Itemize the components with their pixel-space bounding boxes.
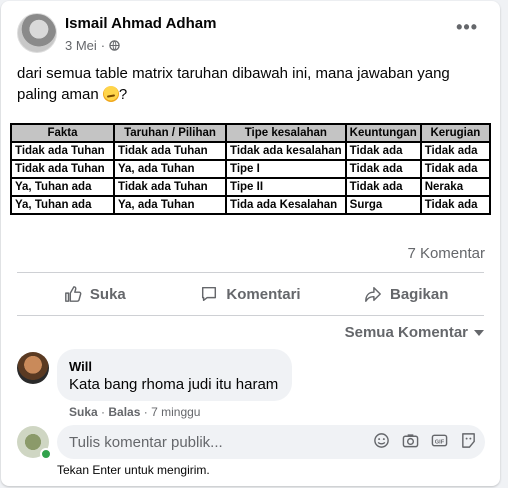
matrix-header: Fakta bbox=[10, 123, 115, 143]
camera-icon[interactable] bbox=[402, 432, 419, 449]
action-bar: Suka Komentari Bagikan bbox=[17, 279, 484, 309]
composer-icons: GIF bbox=[373, 432, 477, 449]
divider bbox=[17, 315, 484, 316]
post-text: dari semua table matrix taruhan dibawah … bbox=[17, 63, 477, 105]
table-cell: Ya, ada Tuhan bbox=[113, 159, 227, 179]
dot-separator: · bbox=[101, 405, 106, 419]
like-button[interactable]: Suka bbox=[17, 279, 173, 309]
gif-icon[interactable]: GIF bbox=[431, 432, 448, 449]
table-cell: Tidak ada Tuhan bbox=[10, 159, 115, 179]
matrix-header: Tipe kesalahan bbox=[225, 123, 347, 143]
table-cell: Tidak ada bbox=[344, 177, 422, 197]
post-card: Ismail Ahmad Adham 3 Mei · ••• dari semu… bbox=[1, 1, 500, 486]
matrix-image[interactable]: Fakta Taruhan / Pilihan Tipe kesalahan K… bbox=[10, 123, 492, 217]
table-cell: Neraka bbox=[419, 177, 492, 197]
more-horizontal-icon[interactable]: ••• bbox=[456, 17, 478, 38]
post-body: dari semua table matrix taruhan dibawah … bbox=[17, 65, 450, 103]
table-cell: Tidak ada bbox=[419, 141, 492, 161]
post-text-suffix: ? bbox=[118, 86, 128, 103]
comment-text: Kata bang rhoma judi itu haram bbox=[69, 376, 279, 393]
comment-bubble: Will Kata bang rhoma judi itu haram bbox=[57, 349, 292, 401]
caret-down-icon bbox=[474, 329, 484, 336]
post-date[interactable]: 3 Mei bbox=[65, 38, 97, 53]
comment-like-link[interactable]: Suka bbox=[69, 405, 98, 419]
matrix-table: Fakta Taruhan / Pilihan Tipe kesalahan K… bbox=[10, 123, 492, 215]
comment-time[interactable]: 7 minggu bbox=[151, 405, 200, 419]
table-row: Tidak ada Tuhan Ya, ada Tuhan Tipe I Tid… bbox=[10, 159, 492, 179]
comment-reply-link[interactable]: Balas bbox=[108, 405, 140, 419]
comment-sort-dropdown[interactable]: Semua Komentar bbox=[345, 324, 484, 341]
share-button[interactable]: Bagikan bbox=[328, 279, 484, 309]
share-label: Bagikan bbox=[390, 285, 449, 303]
table-cell: Tidak ada bbox=[419, 195, 492, 215]
commenter-name[interactable]: Will bbox=[69, 359, 92, 374]
emoji-icon[interactable] bbox=[373, 432, 390, 449]
comment-label: Komentari bbox=[226, 285, 301, 303]
table-cell: Ya, ada Tuhan bbox=[113, 195, 227, 215]
author-name[interactable]: Ismail Ahmad Adham bbox=[65, 15, 216, 32]
divider bbox=[17, 272, 484, 273]
sort-label: Semua Komentar bbox=[344, 324, 468, 341]
thinking-face-emoji bbox=[102, 86, 119, 102]
composer-hint: Tekan Enter untuk mengirim. bbox=[57, 463, 210, 477]
table-cell: Tipe I bbox=[225, 159, 347, 179]
table-cell: Tidak ada bbox=[344, 159, 422, 179]
meta-separator: · bbox=[100, 38, 106, 53]
matrix-header-row: Fakta Taruhan / Pilihan Tipe kesalahan K… bbox=[10, 123, 492, 143]
like-label: Suka bbox=[89, 285, 126, 303]
table-cell: Tida ada Kesalahan bbox=[225, 195, 347, 215]
table-row: Ya, Tuhan ada Tidak ada Tuhan Tipe II Ti… bbox=[10, 177, 492, 197]
sticker-icon[interactable] bbox=[460, 432, 477, 449]
online-status-dot bbox=[40, 448, 52, 460]
table-row: Ya, Tuhan ada Ya, ada Tuhan Tida ada Kes… bbox=[10, 195, 492, 215]
table-cell: Tidak ada Tuhan bbox=[113, 177, 227, 197]
post-meta: 3 Mei · bbox=[65, 38, 120, 53]
dot-separator: · bbox=[143, 405, 148, 419]
table-cell: Tidak ada kesalahan bbox=[225, 141, 347, 161]
table-cell: Tipe II bbox=[225, 177, 347, 197]
table-cell: Ya, Tuhan ada bbox=[10, 177, 115, 197]
commenter-avatar[interactable] bbox=[17, 352, 49, 384]
matrix-header: Kerugian bbox=[419, 123, 492, 143]
comment-button[interactable]: Komentari bbox=[173, 279, 329, 309]
svg-text:GIF: GIF bbox=[435, 439, 445, 445]
table-cell: Surga bbox=[344, 195, 422, 215]
comment-actions: Suka · Balas · 7 minggu bbox=[69, 405, 200, 419]
table-cell: Tidak ada bbox=[419, 159, 492, 179]
table-cell: Ya, Tuhan ada bbox=[10, 195, 115, 215]
table-cell: Tidak ada Tuhan bbox=[10, 141, 115, 161]
matrix-header: Taruhan / Pilihan bbox=[113, 123, 227, 143]
table-cell: Tidak ada Tuhan bbox=[113, 141, 227, 161]
comment-icon bbox=[202, 286, 217, 302]
share-icon bbox=[365, 286, 381, 302]
table-row: Tidak ada Tuhan Tidak ada Tuhan Tidak ad… bbox=[10, 141, 492, 161]
thumbs-up-icon bbox=[64, 286, 82, 302]
globe-icon[interactable] bbox=[109, 40, 120, 51]
table-cell: Tidak ada bbox=[344, 141, 422, 161]
comment-count[interactable]: 7 Komentar bbox=[407, 245, 485, 262]
matrix-header: Keuntungan bbox=[344, 123, 422, 143]
author-avatar[interactable] bbox=[17, 13, 57, 53]
